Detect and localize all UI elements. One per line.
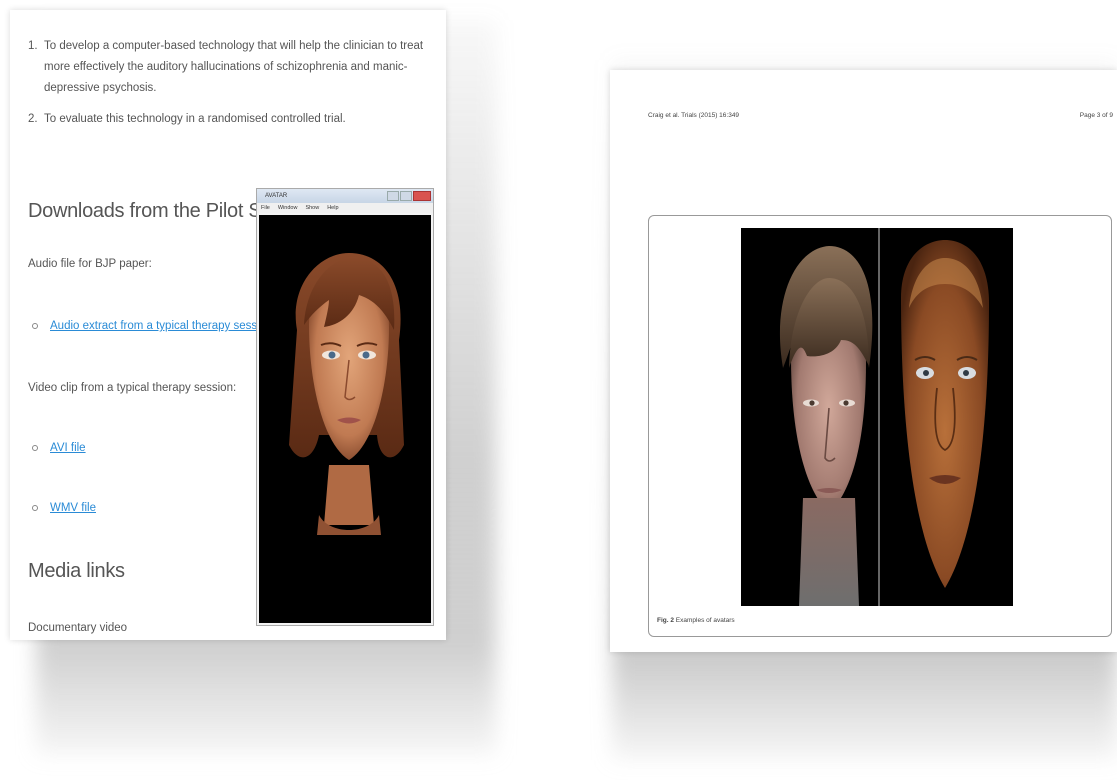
aim-text: To develop a computer-based technology t…: [44, 40, 424, 94]
menu-file[interactable]: File: [261, 203, 270, 213]
menu-show[interactable]: Show: [305, 203, 319, 213]
wmv-file-link[interactable]: WMV file: [50, 502, 96, 514]
maximize-icon[interactable]: [400, 191, 412, 201]
avatar-render-canvas: [259, 215, 431, 623]
female-avatar-illustration: [289, 253, 404, 535]
menu-help[interactable]: Help: [327, 203, 338, 213]
aims-list: 1. To develop a computer-based technolog…: [28, 36, 428, 140]
figure-caption: Fig. 2 Examples of avatars: [657, 617, 735, 624]
audio-link-item: Audio extract from a typical therapy ses…: [32, 320, 272, 332]
aim-number: 1.: [28, 40, 38, 52]
minimize-icon[interactable]: [387, 191, 399, 201]
avi-link-item: AVI file: [32, 442, 86, 454]
window-menubar: File Window Show Help: [257, 203, 433, 213]
audio-extract-link[interactable]: Audio extract from a typical therapy ses…: [50, 320, 272, 332]
wmv-link-item: WMV file: [32, 502, 96, 514]
avatar-app-window: AVATAR File Window Show Help: [256, 188, 434, 626]
page-number: Page 3 of 9: [1079, 112, 1113, 119]
media-links-heading: Media links: [28, 560, 125, 582]
avi-file-link[interactable]: AVI file: [50, 442, 86, 454]
bullet-icon: [32, 322, 38, 329]
avatars-figure-image: [741, 228, 1013, 606]
paper-citation: Craig et al. Trials (2015) 16:349: [648, 112, 740, 119]
figure-caption-text: Examples of avatars: [675, 617, 735, 624]
figure-label: Fig. 2: [657, 617, 674, 624]
aim-item: 1. To develop a computer-based technolog…: [28, 36, 428, 99]
figure-box: Fig. 2 Examples of avatars: [648, 215, 1112, 637]
window-title: AVATAR: [265, 193, 288, 199]
menu-window[interactable]: Window: [278, 203, 298, 213]
avatars-illustration: [779, 228, 989, 606]
aim-number: 2.: [28, 113, 38, 125]
bullet-icon: [32, 444, 38, 451]
website-screenshot: 1. To develop a computer-based technolog…: [10, 10, 446, 640]
aim-text: To evaluate this technology in a randomi…: [44, 113, 346, 125]
paper-page: Craig et al. Trials (2015) 16:349 Page 3…: [610, 70, 1117, 652]
bullet-icon: [32, 504, 38, 511]
aim-item: 2. To evaluate this technology in a rand…: [28, 109, 428, 130]
close-icon[interactable]: [413, 191, 431, 201]
audio-file-label: Audio file for BJP paper:: [28, 258, 152, 270]
window-controls: [387, 191, 431, 201]
documentary-video-label: Documentary video: [28, 622, 128, 634]
window-titlebar: AVATAR: [257, 189, 433, 203]
video-clip-label: Video clip from a typical therapy sessio…: [28, 382, 237, 394]
